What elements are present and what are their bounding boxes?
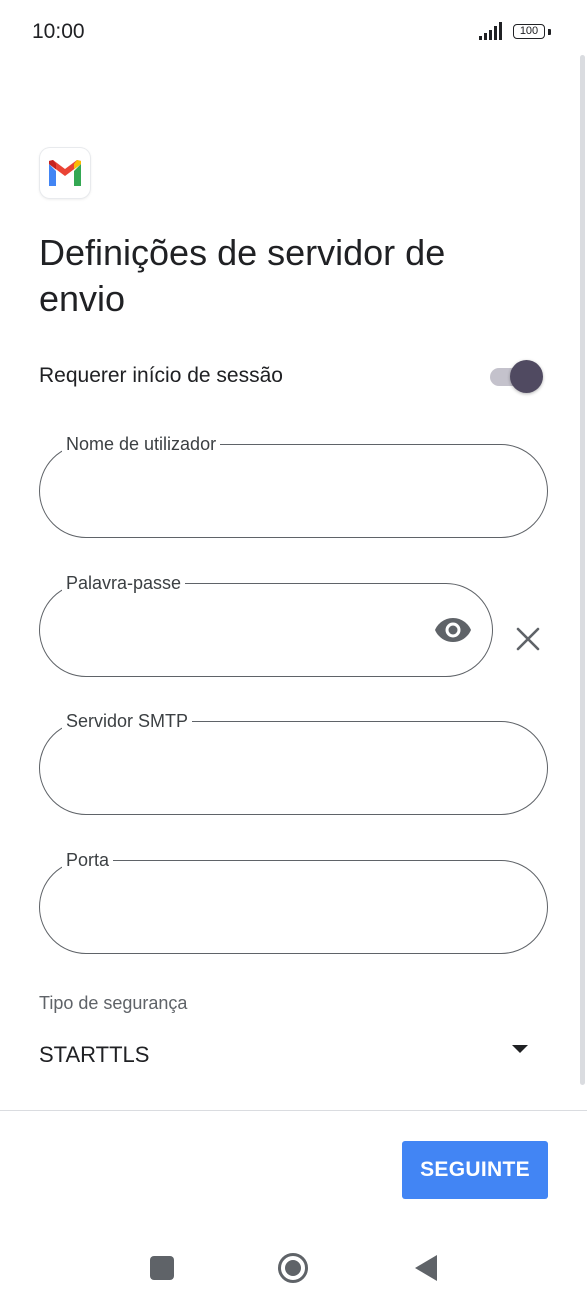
password-input[interactable] xyxy=(66,612,420,650)
port-field[interactable]: Porta xyxy=(39,849,548,954)
smtp-server-input[interactable] xyxy=(66,750,450,788)
security-type-value: STARTTLS xyxy=(39,1042,150,1067)
eye-icon[interactable] xyxy=(433,612,473,648)
next-button[interactable]: SEGUINTE xyxy=(402,1141,548,1199)
security-type-label: Tipo de segurança xyxy=(39,993,188,1013)
back-triangle-icon[interactable] xyxy=(413,1254,439,1282)
security-type-select[interactable]: STARTTLS xyxy=(39,1036,548,1078)
password-label: Palavra-passe xyxy=(62,572,186,594)
username-field[interactable]: Nome de utilizador xyxy=(39,433,548,538)
sign-in-toggle-label: Requerer início de sessão xyxy=(39,364,283,387)
port-label: Porta xyxy=(62,849,114,871)
username-input[interactable] xyxy=(66,473,450,511)
recents-square-icon[interactable] xyxy=(150,1256,174,1280)
page-title: Definições de servidor de envio xyxy=(39,232,446,319)
footer-divider xyxy=(0,1110,587,1111)
username-label: Nome de utilizador xyxy=(62,433,221,455)
password-field[interactable]: Palavra-passe xyxy=(39,572,493,677)
port-input[interactable] xyxy=(66,889,450,927)
dropdown-arrow-icon xyxy=(512,1045,528,1053)
gmail-logo xyxy=(40,148,90,198)
signal-icon xyxy=(479,22,502,40)
smtp-server-label: Servidor SMTP xyxy=(62,710,193,732)
smtp-server-field[interactable]: Servidor SMTP xyxy=(39,710,548,815)
toggle-thumb xyxy=(510,360,543,393)
home-circle-icon[interactable] xyxy=(277,1252,309,1284)
scrollbar[interactable] xyxy=(580,55,585,1085)
battery-icon: 100 xyxy=(513,24,545,39)
gmail-m-icon xyxy=(49,160,81,186)
status-time: 10:00 xyxy=(32,20,85,43)
close-icon[interactable] xyxy=(511,622,545,656)
battery-tip xyxy=(548,29,551,35)
sign-in-toggle[interactable] xyxy=(488,360,544,394)
screen: 10:00 100 Definições de servidor de envi… xyxy=(0,0,587,1306)
